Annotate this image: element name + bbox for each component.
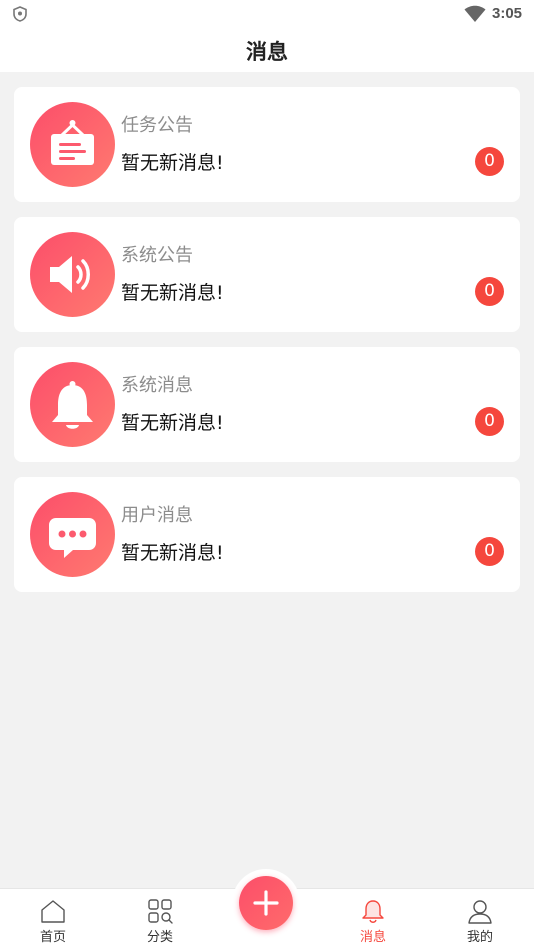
card-message: 暂无新消息! [121, 152, 224, 174]
shield-icon [13, 6, 27, 22]
user-icon [468, 900, 492, 924]
category-grid-icon [148, 899, 173, 924]
bell-icon [362, 900, 384, 923]
unread-count-badge: 0 [475, 147, 504, 176]
message-card-system-announcement[interactable]: 系统公告 暂无新消息! 0 [14, 217, 520, 332]
chat-bubble-icon [30, 492, 115, 577]
plus-icon [253, 890, 279, 916]
app-header: 消息 [0, 28, 534, 72]
tab-category[interactable]: 分类 [120, 889, 200, 949]
card-title: 用户消息 [121, 505, 193, 526]
card-message: 暂无新消息! [121, 412, 224, 434]
card-message: 暂无新消息! [121, 542, 224, 564]
status-bar: 3:05 [0, 0, 534, 28]
tab-mine[interactable]: 我的 [440, 889, 520, 949]
tab-label: 消息 [359, 930, 386, 945]
status-time: 3:05 [492, 5, 523, 22]
announcement-board-icon [30, 102, 115, 187]
add-button[interactable] [239, 876, 293, 930]
speaker-icon [30, 232, 115, 317]
tab-label: 分类 [146, 930, 173, 945]
home-icon [41, 900, 65, 923]
wifi-icon [464, 5, 486, 22]
tab-messages[interactable]: 消息 [333, 889, 413, 949]
tab-home[interactable]: 首页 [13, 889, 93, 949]
tab-label: 我的 [466, 930, 493, 945]
tab-label: 首页 [39, 930, 66, 945]
message-card-task-announcement[interactable]: 任务公告 暂无新消息! 0 [14, 87, 520, 202]
card-message: 暂无新消息! [121, 282, 224, 304]
message-card-user-message[interactable]: 用户消息 暂无新消息! 0 [14, 477, 520, 592]
unread-count-badge: 0 [475, 537, 504, 566]
card-title: 任务公告 [121, 115, 193, 136]
unread-count-badge: 0 [475, 277, 504, 306]
card-title: 系统消息 [121, 375, 193, 396]
message-card-system-message[interactable]: 系统消息 暂无新消息! 0 [14, 347, 520, 462]
page-title: 消息 [246, 40, 288, 64]
card-title: 系统公告 [121, 245, 193, 266]
unread-count-badge: 0 [475, 407, 504, 436]
bell-icon [30, 362, 115, 447]
